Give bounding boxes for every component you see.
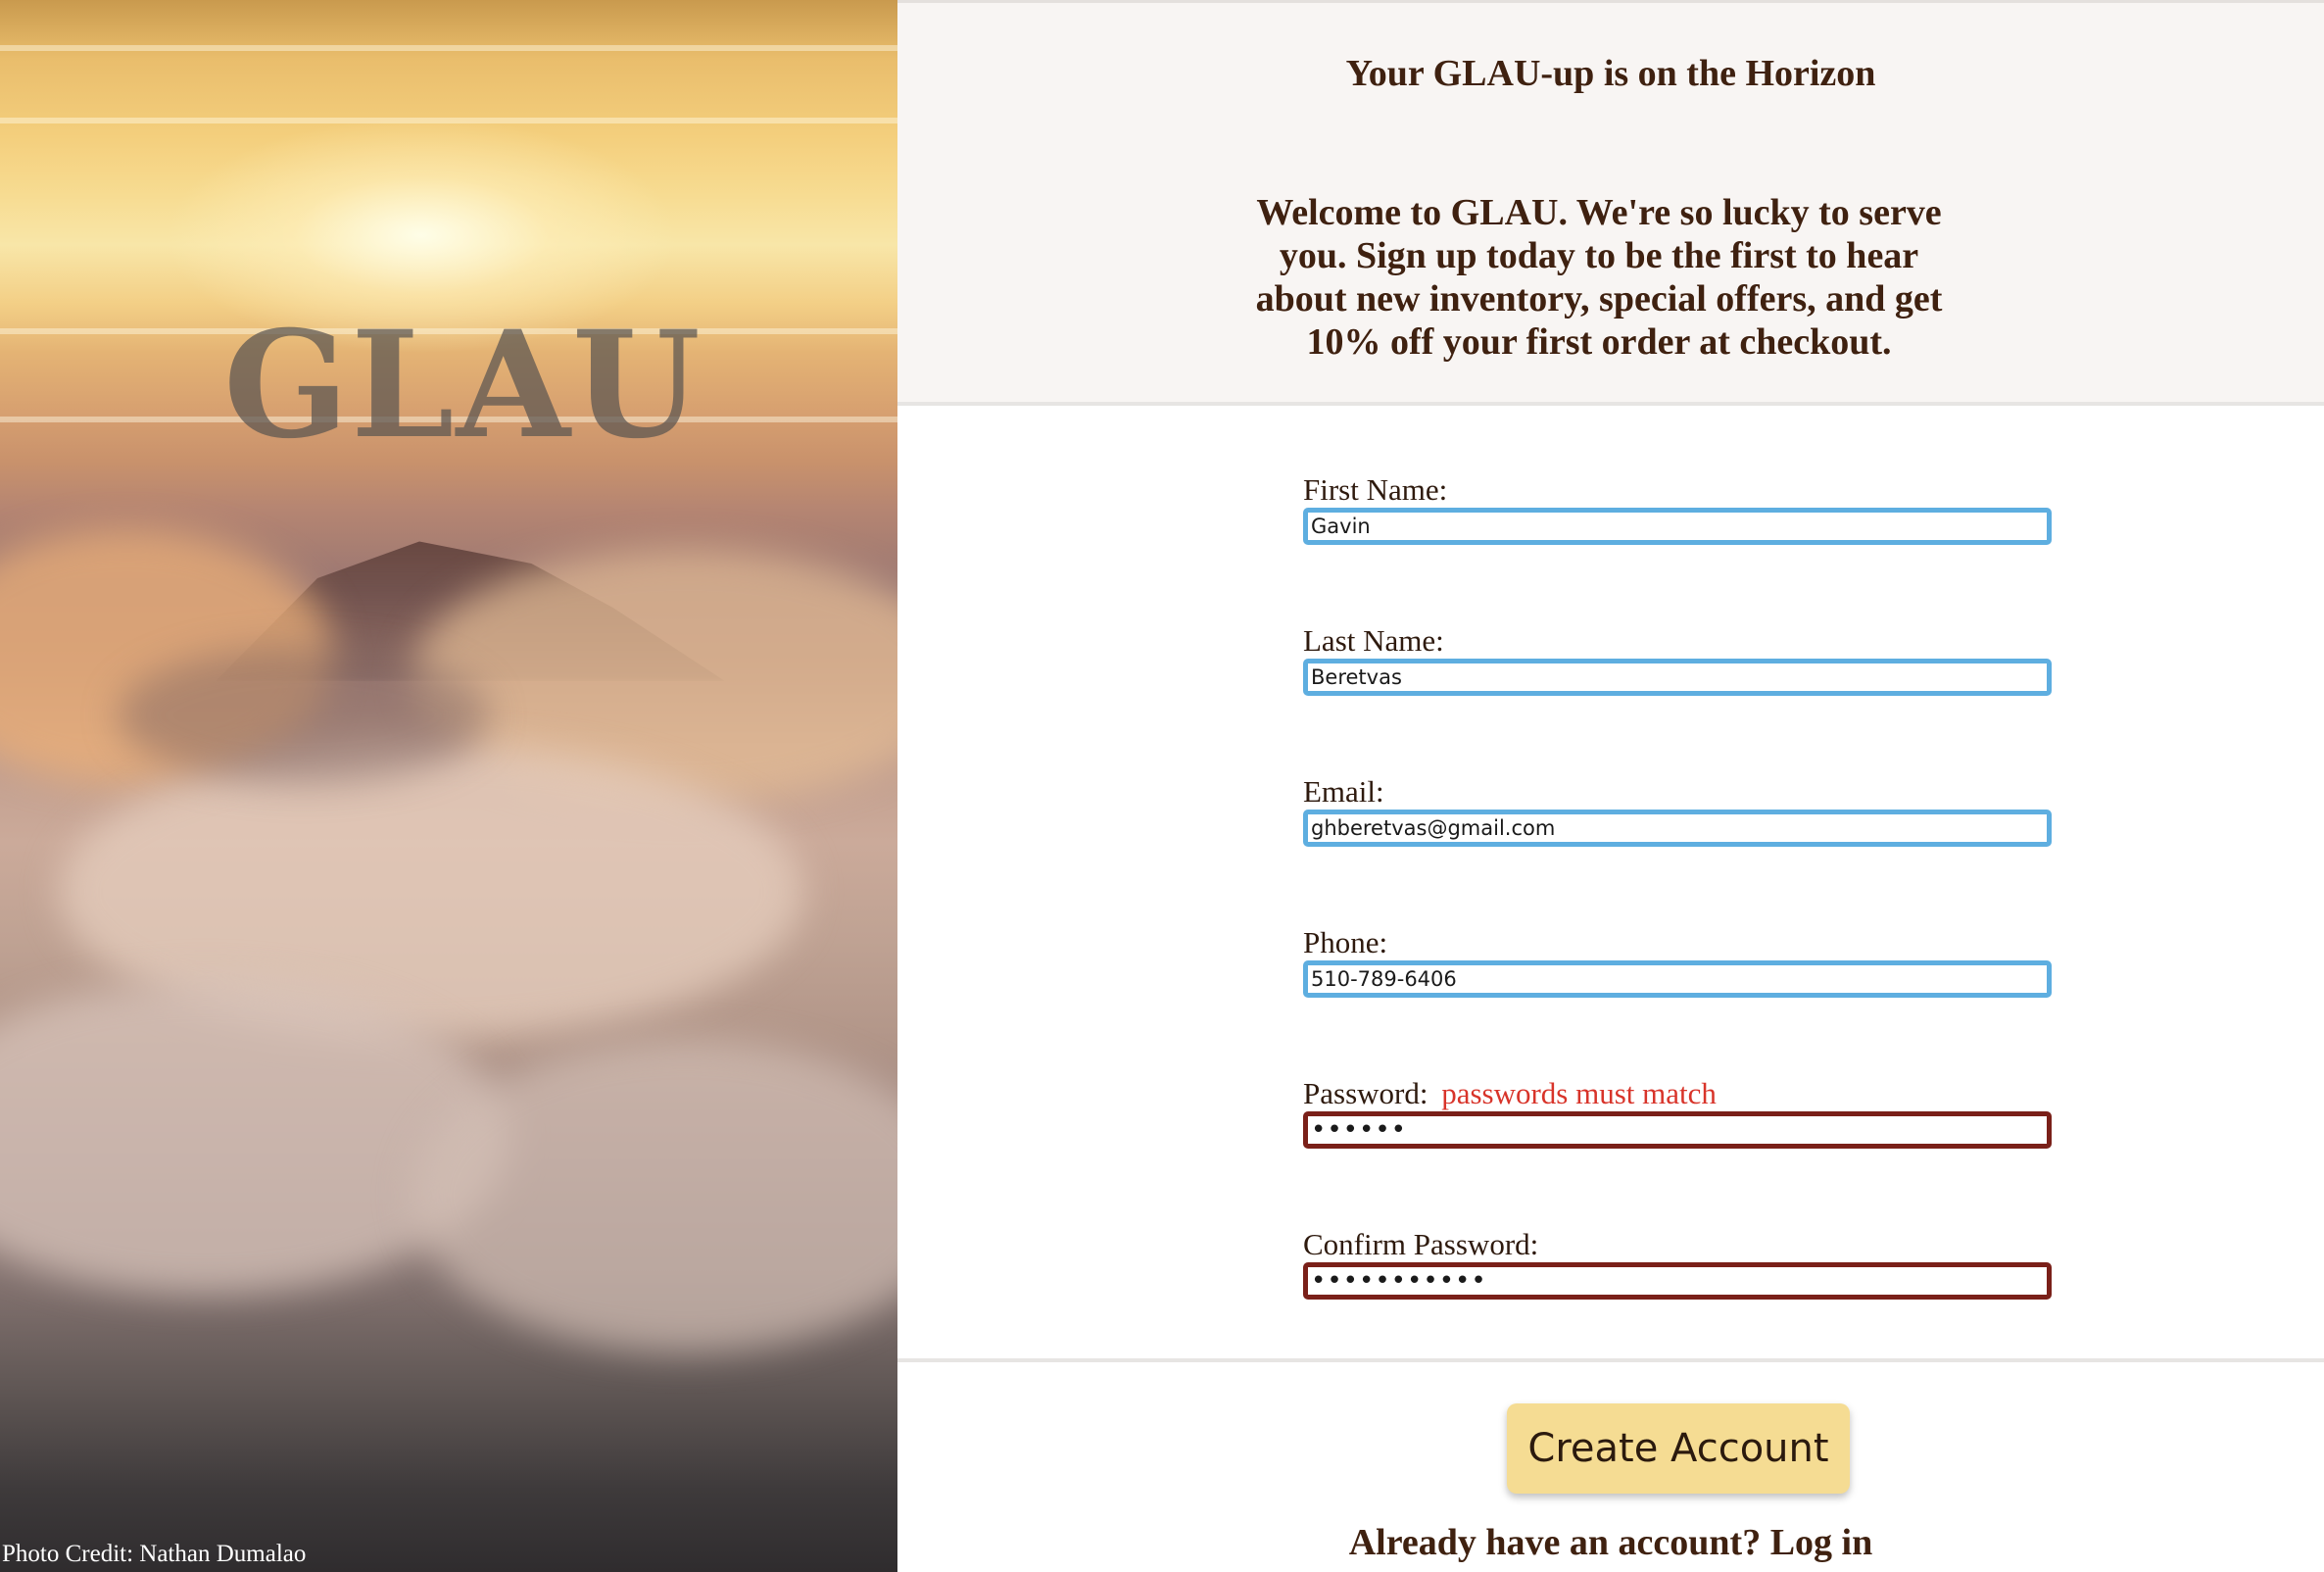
- first-name-field: First Name:: [1303, 472, 2052, 545]
- email-field: Email:: [1303, 774, 2052, 847]
- sky-band: [0, 118, 897, 123]
- last-name-input[interactable]: [1303, 659, 2052, 696]
- welcome-message: Welcome to GLAU. We're so lucky to serve…: [1255, 192, 1943, 363]
- confirm-password-input[interactable]: [1303, 1262, 2052, 1300]
- sky-band: [0, 45, 897, 51]
- phone-label: Phone:: [1303, 925, 1388, 959]
- signup-page: GLAU Photo Credit: Nathan Dumalao Your G…: [0, 0, 2324, 1572]
- page-tagline: Your GLAU-up is on the Horizon: [1345, 53, 1876, 94]
- first-name-input[interactable]: [1303, 508, 2052, 545]
- header-section: Your GLAU-up is on the Horizon Welcome t…: [897, 0, 2324, 406]
- confirm-password-label: Confirm Password:: [1303, 1227, 1539, 1261]
- password-label: Password:: [1303, 1076, 1428, 1110]
- password-input[interactable]: [1303, 1111, 2052, 1149]
- login-prompt-row: Already have an account? Log in: [897, 1521, 2324, 1564]
- phone-field: Phone:: [1303, 925, 2052, 998]
- password-error-message: passwords must match: [1441, 1076, 1717, 1110]
- email-label: Email:: [1303, 774, 1384, 809]
- last-name-label: Last Name:: [1303, 623, 1444, 658]
- signup-form: First Name: Last Name: Email: Phone: Pas…: [897, 406, 2324, 1362]
- password-field: Password: passwords must match: [1303, 1076, 2052, 1149]
- email-input[interactable]: [1303, 810, 2052, 847]
- login-prompt-text: Already have an account?: [1348, 1522, 1762, 1563]
- first-name-label: First Name:: [1303, 472, 1448, 507]
- cloud-shadow: [118, 647, 490, 784]
- signup-panel: Your GLAU-up is on the Horizon Welcome t…: [897, 0, 2324, 1572]
- last-name-field: Last Name:: [1303, 623, 2052, 696]
- confirm-password-field: Confirm Password:: [1303, 1227, 2052, 1300]
- create-account-button[interactable]: Create Account: [1507, 1403, 1850, 1494]
- password-label-row: Password: passwords must match: [1303, 1076, 2052, 1111]
- login-link[interactable]: Log in: [1770, 1522, 1873, 1563]
- phone-input[interactable]: [1303, 960, 2052, 998]
- photo-credit: Photo Credit: Nathan Dumalao: [2, 1541, 307, 1567]
- hero-photo: GLAU Photo Credit: Nathan Dumalao: [0, 0, 897, 1572]
- glau-logo: GLAU: [223, 299, 702, 471]
